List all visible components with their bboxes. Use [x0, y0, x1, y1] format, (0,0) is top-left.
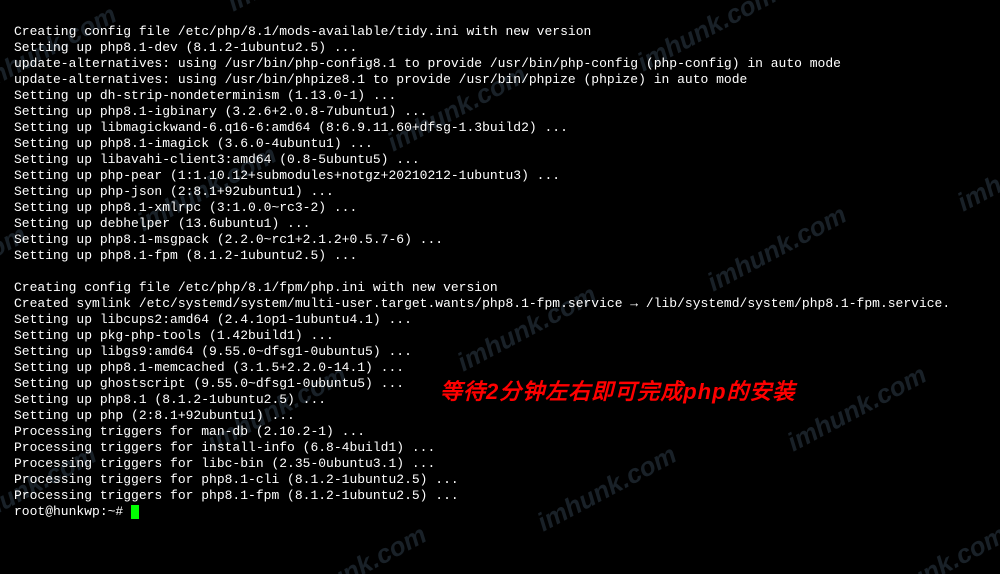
terminal-line: Processing triggers for php8.1-cli (8.1.…: [14, 472, 986, 488]
terminal-line: Setting up php8.1-fpm (8.1.2-1ubuntu2.5)…: [14, 248, 986, 264]
terminal-line: Setting up php8.1-msgpack (2.2.0~rc1+2.1…: [14, 232, 986, 248]
terminal-line: Setting up php8.1-xmlrpc (3:1.0.0~rc3-2)…: [14, 200, 986, 216]
terminal-line: Setting up libavahi-client3:amd64 (0.8-5…: [14, 152, 986, 168]
terminal-line: Setting up php8.1-igbinary (3.2.6+2.0.8-…: [14, 104, 986, 120]
terminal-line: update-alternatives: using /usr/bin/phpi…: [14, 72, 986, 88]
annotation-text: 等待2分钟左右即可完成php的安装: [440, 384, 796, 400]
watermark: imhunk.com: [865, 525, 1000, 574]
terminal-line: Setting up php (2:8.1+92ubuntu1) ...: [14, 408, 986, 424]
terminal-line: update-alternatives: using /usr/bin/php-…: [14, 56, 986, 72]
terminal-line: Setting up debhelper (13.6ubuntu1) ...: [14, 216, 986, 232]
terminal-line: Setting up dh-strip-nondeterminism (1.13…: [14, 88, 986, 104]
terminal-line: Setting up libgs9:amd64 (9.55.0~dfsg1-0u…: [14, 344, 986, 360]
terminal-prompt: root@hunkwp:~#: [14, 504, 131, 519]
terminal-line: Created symlink /etc/systemd/system/mult…: [14, 296, 986, 312]
terminal-line: Setting up php8.1-dev (8.1.2-1ubuntu2.5)…: [14, 40, 986, 56]
terminal-line: Creating config file /etc/php/8.1/mods-a…: [14, 24, 986, 40]
terminal-line: Setting up libmagickwand-6.q16-6:amd64 (…: [14, 120, 986, 136]
terminal-line: Setting up php8.1-memcached (3.1.5+2.2.0…: [14, 360, 986, 376]
terminal-line: Creating config file /etc/php/8.1/fpm/ph…: [14, 280, 986, 296]
terminal-line: Setting up php-json (2:8.1+92ubuntu1) ..…: [14, 184, 986, 200]
watermark: imhunk.com: [285, 525, 428, 574]
terminal-line: Processing triggers for php8.1-fpm (8.1.…: [14, 488, 986, 504]
terminal-output[interactable]: Creating config file /etc/php/8.1/mods-a…: [14, 8, 986, 520]
terminal-line: Processing triggers for install-info (6.…: [14, 440, 986, 456]
terminal-cursor: [131, 505, 139, 519]
terminal-line: Processing triggers for libc-bin (2.35-0…: [14, 456, 986, 472]
terminal-line: Setting up php-pear (1:1.10.12+submodule…: [14, 168, 986, 184]
terminal-line: [14, 264, 986, 280]
terminal-prompt-line[interactable]: root@hunkwp:~#: [14, 504, 986, 520]
terminal-line: Processing triggers for man-db (2.10.2-1…: [14, 424, 986, 440]
terminal-line: Setting up php8.1-imagick (3.6.0-4ubuntu…: [14, 136, 986, 152]
terminal-line: Setting up pkg-php-tools (1.42build1) ..…: [14, 328, 986, 344]
terminal-line: [14, 8, 986, 24]
terminal-line: Setting up libcups2:amd64 (2.4.1op1-1ubu…: [14, 312, 986, 328]
